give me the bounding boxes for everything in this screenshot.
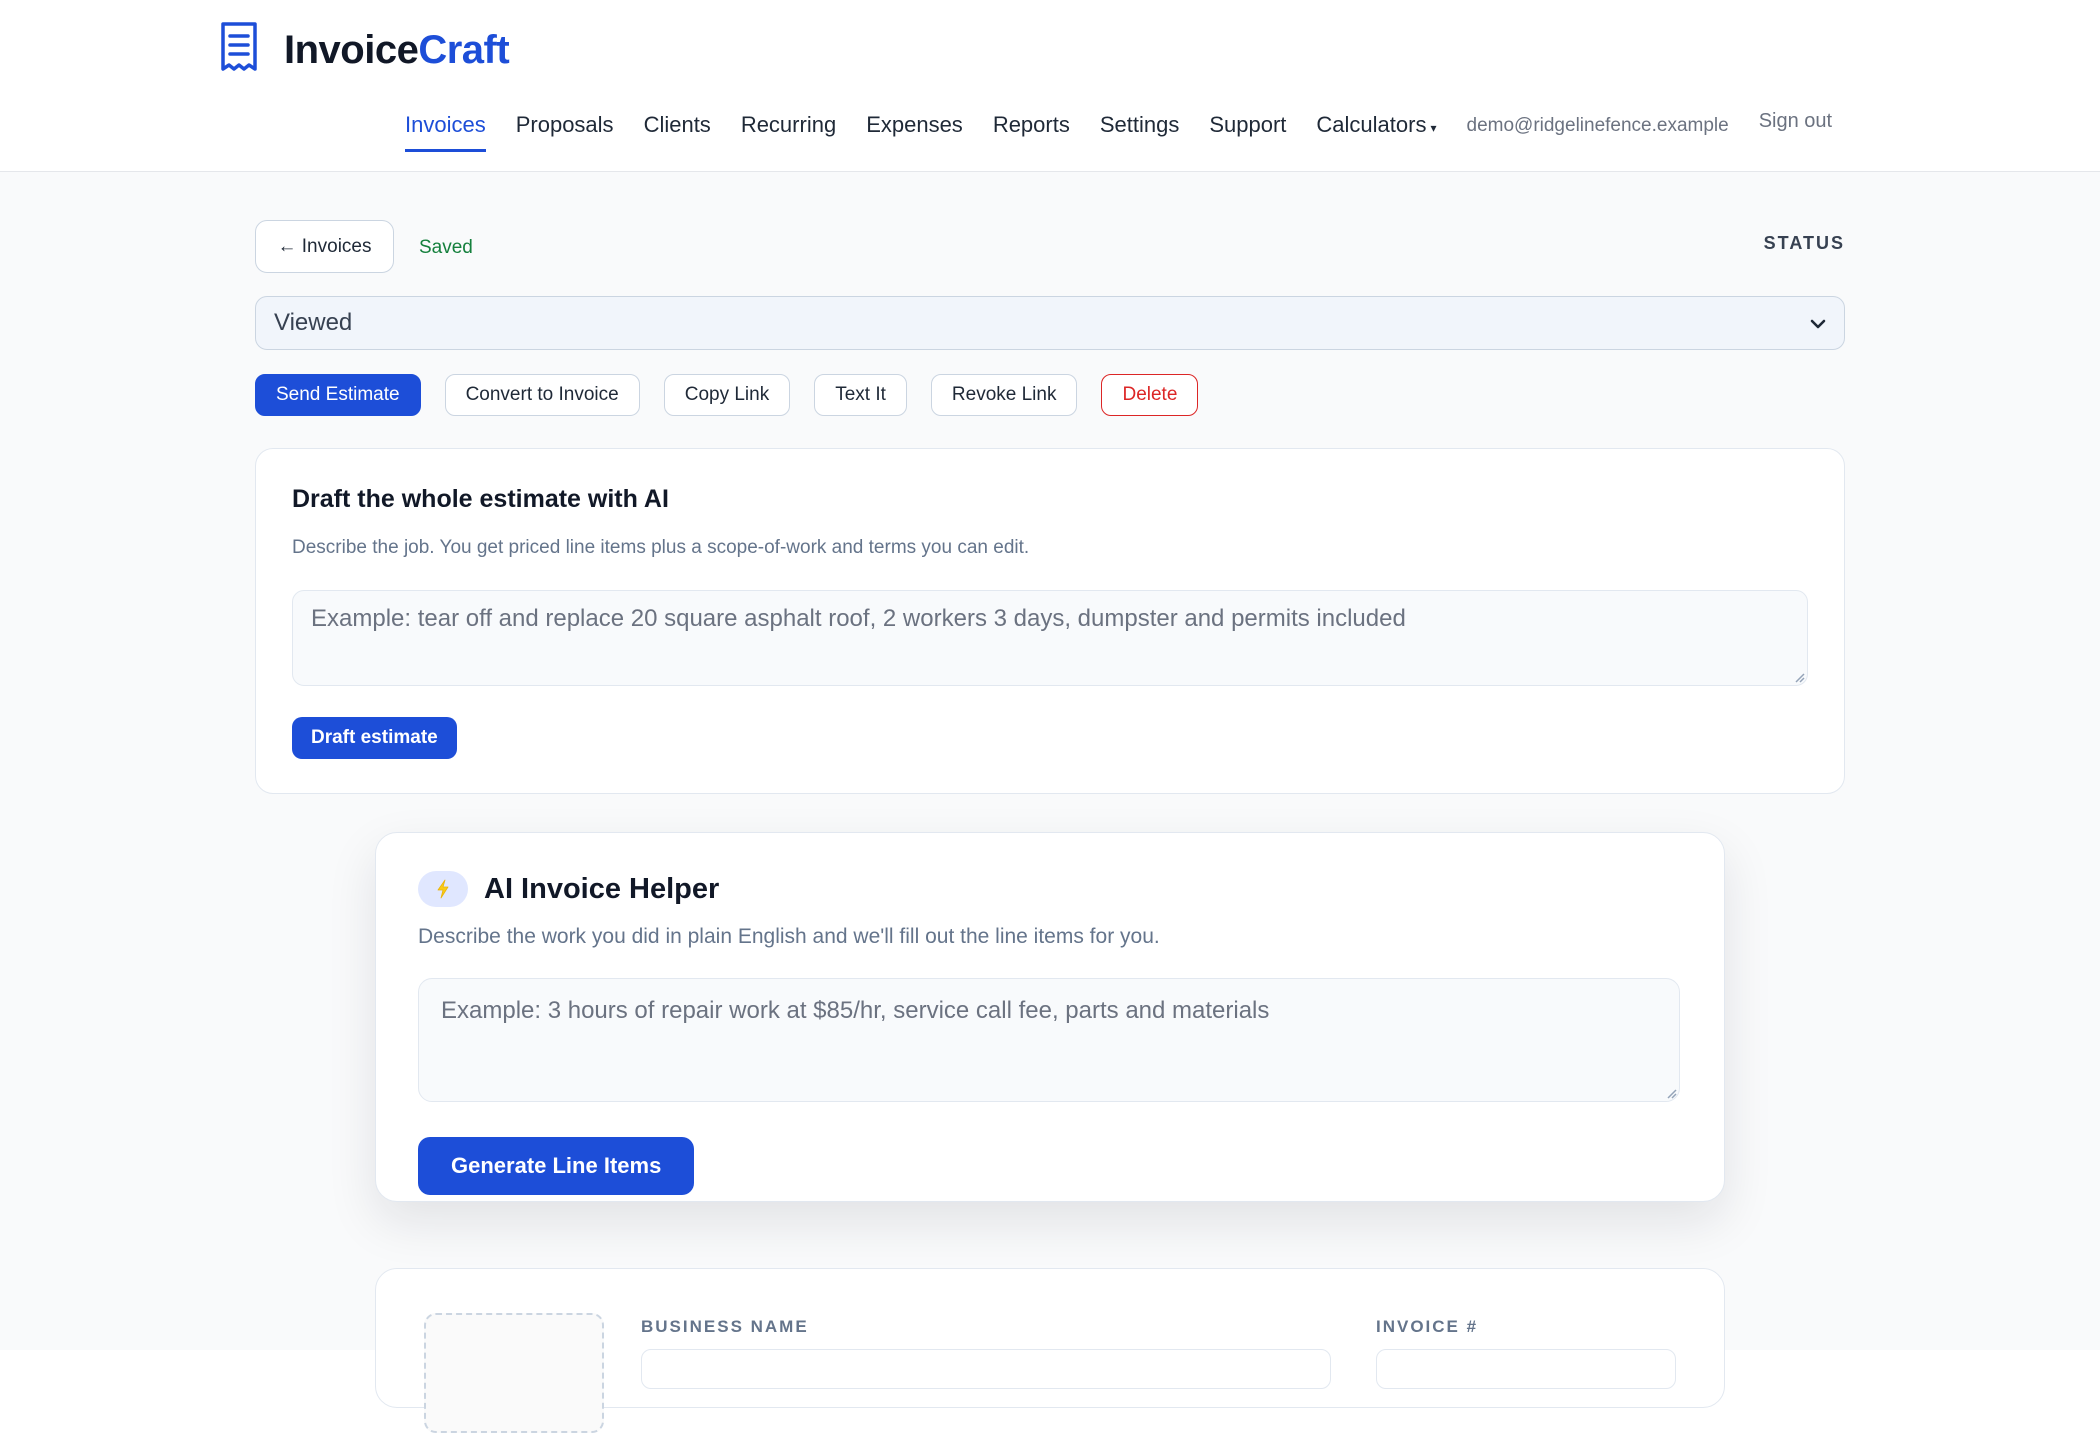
ai-draft-placeholder: Example: tear off and replace 20 square … [311, 605, 1406, 632]
nav-calculators-dropdown[interactable]: Calculators ▾ [1316, 104, 1436, 152]
generate-line-items-button[interactable]: Generate Line Items [418, 1137, 695, 1195]
invoice-form-card: BUSINESS NAME INVOICE # [375, 1268, 1725, 1433]
ai-helper-description: Describe the work you did in plain Engli… [418, 925, 1160, 948]
estimate-editor: ← Invoices Saved STATUS Viewed Send Esti… [0, 172, 2100, 1433]
draft-estimate-button[interactable]: Draft estimate [292, 717, 457, 759]
ai-draft-textarea[interactable]: Example: tear off and replace 20 square … [292, 590, 1808, 686]
ai-helper-title: AI Invoice Helper [484, 873, 720, 905]
ai-draft-description: Describe the job. You get priced line it… [292, 537, 1030, 558]
brand-name: InvoiceCraft [284, 27, 510, 73]
brand-name-part1: Invoice [284, 27, 419, 72]
business-name-input[interactable] [641, 1349, 1331, 1389]
status-label: STATUS [1763, 233, 1845, 253]
resize-grip-icon[interactable] [1793, 671, 1805, 683]
logo-upload-dropzone[interactable] [424, 1313, 604, 1433]
ai-draft-title: Draft the whole estimate with AI [292, 485, 669, 513]
estimate-actions: Send Estimate Convert to Invoice Copy Li… [255, 374, 1222, 416]
nav-calculators-label: Calculators [1316, 112, 1427, 137]
main-nav: Invoices Proposals Clients Recurring Exp… [405, 104, 1832, 156]
caret-down-icon: ▾ [1430, 121, 1437, 135]
nav-clients[interactable]: Clients [644, 104, 711, 152]
nav-settings[interactable]: Settings [1100, 104, 1180, 152]
ai-invoice-helper-card: AI Invoice Helper Describe the work you … [375, 832, 1725, 1202]
convert-to-invoice-button[interactable]: Convert to Invoice [444, 374, 640, 416]
ai-draft-card: Draft the whole estimate with AI Describ… [255, 448, 1845, 794]
nav-expenses[interactable]: Expenses [866, 104, 963, 152]
ai-helper-placeholder: Example: 3 hours of repair work at $85/h… [441, 997, 1270, 1024]
status-select-value: Viewed [274, 309, 353, 336]
receipt-icon [220, 21, 258, 79]
brand-logo[interactable]: InvoiceCraft [220, 21, 510, 79]
account-email: demo@ridgelinefence.example [1466, 115, 1729, 136]
delete-button[interactable]: Delete [1101, 374, 1199, 416]
invoice-number-label: INVOICE # [1376, 1317, 1479, 1336]
sign-out-link[interactable]: Sign out [1759, 104, 1832, 133]
status-select[interactable]: Viewed [255, 296, 1845, 350]
back-to-invoices-button[interactable]: ← Invoices [255, 220, 394, 273]
nav-reports[interactable]: Reports [993, 104, 1070, 152]
nav-proposals[interactable]: Proposals [516, 104, 614, 152]
brand-name-part2: Craft [418, 27, 510, 72]
revoke-link-button[interactable]: Revoke Link [930, 374, 1078, 416]
business-name-label: BUSINESS NAME [641, 1317, 809, 1336]
copy-link-button[interactable]: Copy Link [663, 374, 791, 416]
send-estimate-button[interactable]: Send Estimate [255, 374, 421, 416]
ai-helper-textarea[interactable]: Example: 3 hours of repair work at $85/h… [418, 978, 1680, 1102]
nav-recurring[interactable]: Recurring [741, 104, 836, 152]
app-header: InvoiceCraft Invoices Proposals Clients … [0, 0, 2100, 172]
nav-support[interactable]: Support [1209, 104, 1286, 152]
resize-grip-icon[interactable] [1665, 1087, 1677, 1099]
nav-invoices[interactable]: Invoices [405, 104, 486, 152]
save-status: Saved [419, 237, 473, 258]
lightning-bolt-icon [418, 871, 468, 907]
text-it-button[interactable]: Text It [814, 374, 907, 416]
chevron-down-icon [1810, 309, 1826, 337]
invoice-number-input[interactable] [1376, 1349, 1676, 1389]
